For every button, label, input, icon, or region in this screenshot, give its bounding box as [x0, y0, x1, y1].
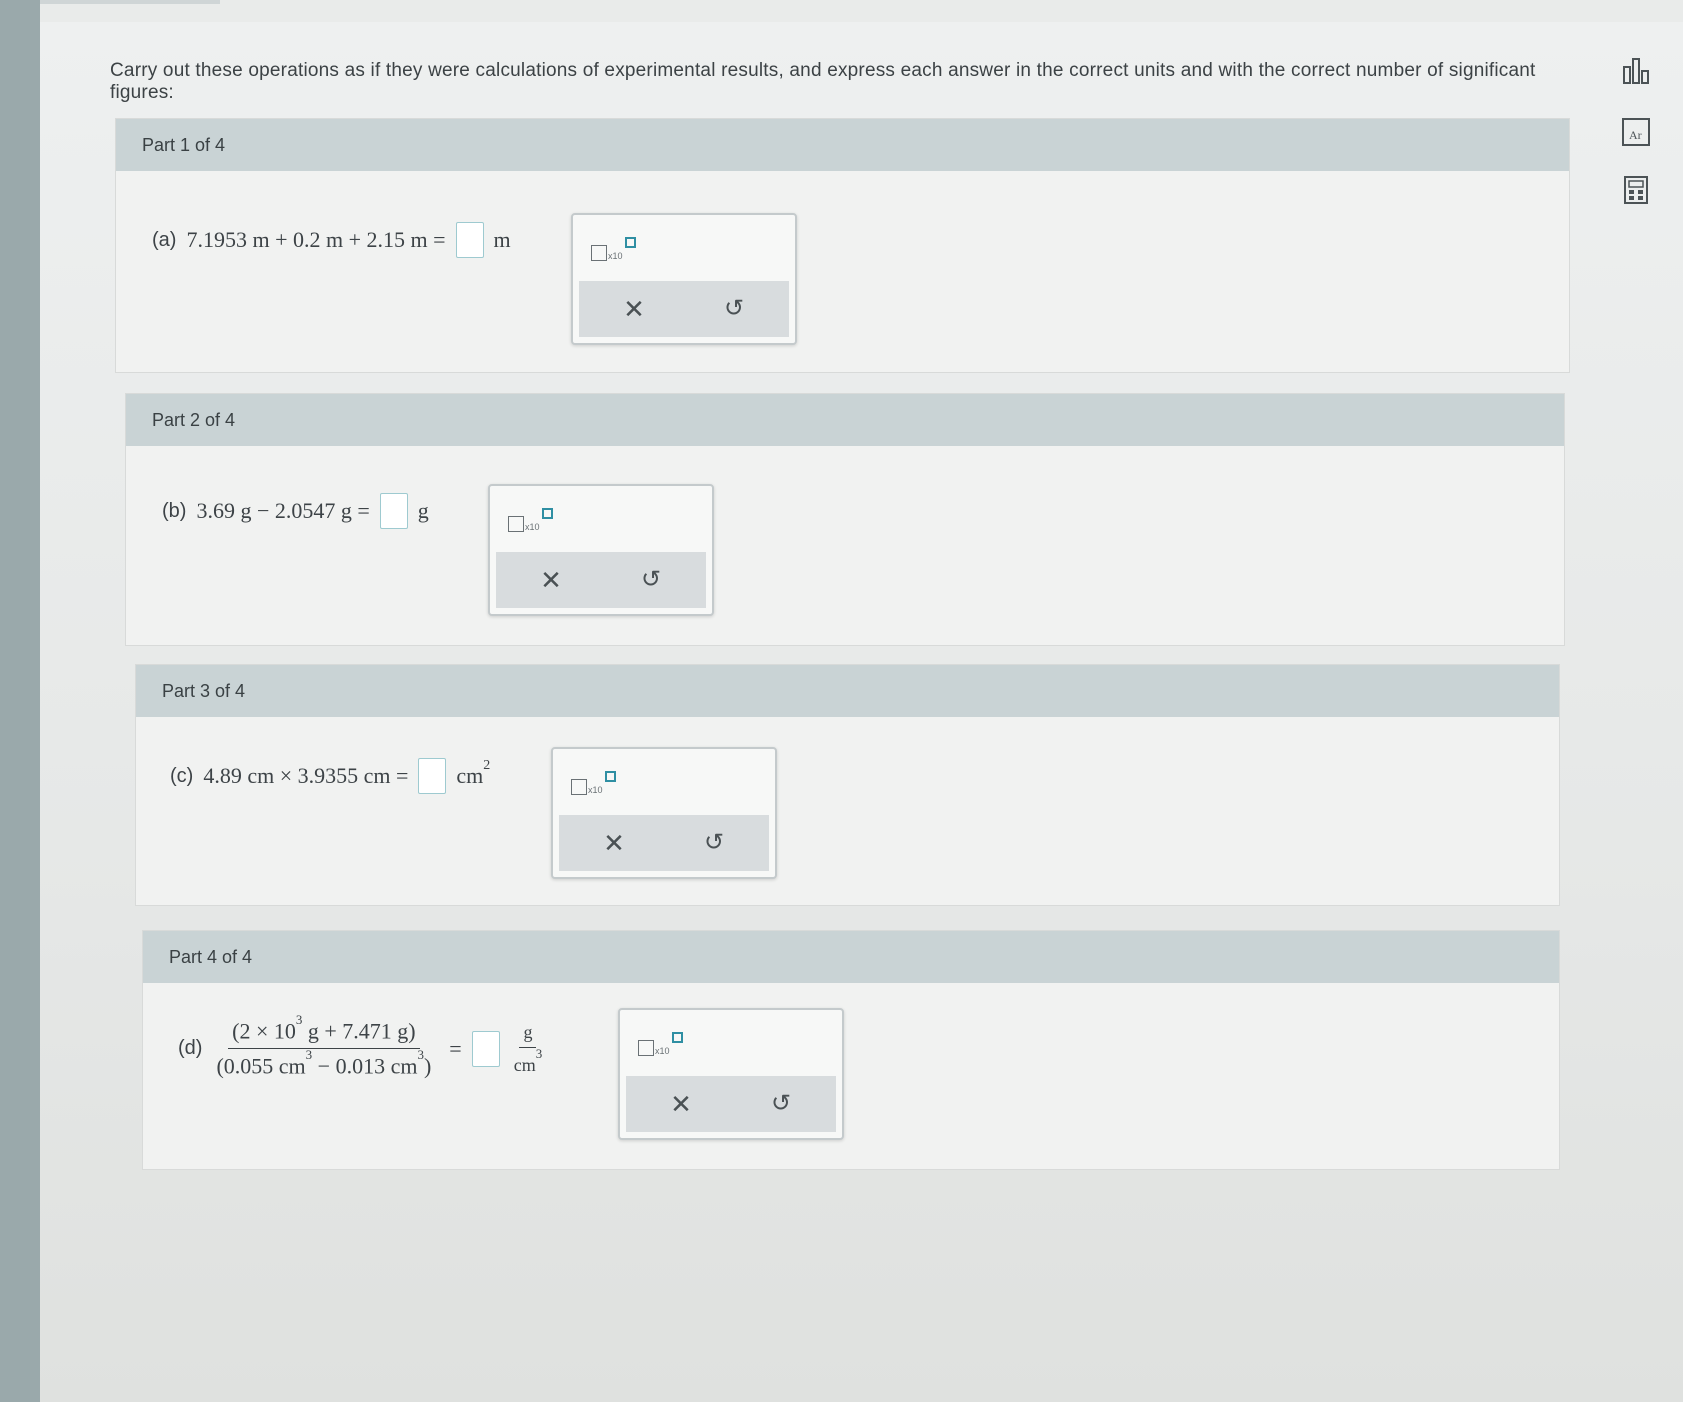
question-d: (d) (2 × 103 g + 7.471 g) (0.055 cm3 − 0… [178, 1012, 547, 1080]
clear-button[interactable]: ✕ [589, 281, 679, 337]
equals-sign: = [449, 1035, 462, 1061]
tool-bar: ✕ ↺ [496, 552, 706, 608]
clear-button[interactable]: ✕ [506, 552, 596, 608]
top-tab[interactable] [40, 0, 220, 4]
answer-toolbox-a: x10 ✕ ↺ [571, 213, 797, 345]
clear-button[interactable]: ✕ [636, 1076, 726, 1132]
expression: 3.69 g − 2.0547 g = [196, 498, 370, 523]
periodic-table-icon[interactable]: Ar [1621, 117, 1653, 149]
svg-text:Ar: Ar [1629, 128, 1642, 142]
part-2-header: Part 2 of 4 [126, 394, 1564, 446]
expression: 7.1953 m + 0.2 m + 2.15 m = [186, 227, 446, 252]
calculator-icon[interactable] [1621, 175, 1653, 207]
unit: m [493, 227, 511, 252]
undo-button[interactable]: ↺ [689, 281, 779, 337]
answer-input-b[interactable] [379, 493, 408, 529]
question-c: (c) 4.89 cm × 3.9355 cm = cm2 [170, 758, 490, 794]
answer-input-d[interactable] [471, 1030, 500, 1067]
chart-icon[interactable] [1621, 55, 1653, 87]
page: Carry out these operations as if they we… [40, 0, 1683, 1402]
numerator: (2 × 103 g + 7.471 g) [228, 1012, 420, 1050]
question-letter: (a) [152, 228, 177, 251]
scientific-notation-button[interactable]: x10 [508, 508, 568, 538]
tool-bar: ✕ ↺ [626, 1076, 836, 1132]
top-strip [40, 0, 1683, 22]
question-letter: (d) [178, 1037, 203, 1060]
undo-button[interactable]: ↺ [669, 815, 759, 871]
answer-toolbox-c: x10 ✕ ↺ [551, 747, 777, 879]
question-letter: (c) [170, 764, 194, 787]
instructions: Carry out these operations as if they we… [110, 60, 1536, 103]
unit-denominator: cm3 [513, 1045, 543, 1075]
unit: cm2 [456, 757, 491, 788]
undo-button[interactable]: ↺ [736, 1076, 826, 1132]
scientific-notation-button[interactable]: x10 [591, 237, 651, 267]
clear-button[interactable]: ✕ [569, 815, 659, 871]
unit-numerator: g [519, 1022, 537, 1048]
unit-fraction: g cm3 [510, 1022, 547, 1076]
fraction: (2 × 103 g + 7.471 g) (0.055 cm3 − 0.013… [212, 1012, 435, 1080]
tool-bar: ✕ ↺ [559, 815, 769, 871]
tool-bar: ✕ ↺ [579, 281, 789, 337]
part-4-header: Part 4 of 4 [143, 931, 1559, 983]
scientific-notation-button[interactable]: x10 [638, 1032, 698, 1062]
answer-input-a[interactable] [455, 222, 484, 258]
question-b: (b) 3.69 g − 2.0547 g = g [162, 493, 429, 529]
question-a: (a) 7.1953 m + 0.2 m + 2.15 m = m [152, 222, 511, 258]
part-1-header: Part 1 of 4 [116, 119, 1569, 171]
denominator: (0.055 cm3 − 0.013 cm3) [216, 1047, 432, 1079]
scientific-notation-button[interactable]: x10 [571, 771, 631, 801]
unit: g [417, 498, 429, 523]
undo-button[interactable]: ↺ [606, 552, 696, 608]
answer-toolbox-b: x10 ✕ ↺ [488, 484, 714, 616]
answer-toolbox-d: x10 ✕ ↺ [618, 1008, 844, 1140]
answer-input-c[interactable] [418, 758, 447, 794]
expression: 4.89 cm × 3.9355 cm = [203, 763, 409, 788]
part-3-header: Part 3 of 4 [136, 665, 1559, 717]
question-letter: (b) [162, 499, 187, 522]
